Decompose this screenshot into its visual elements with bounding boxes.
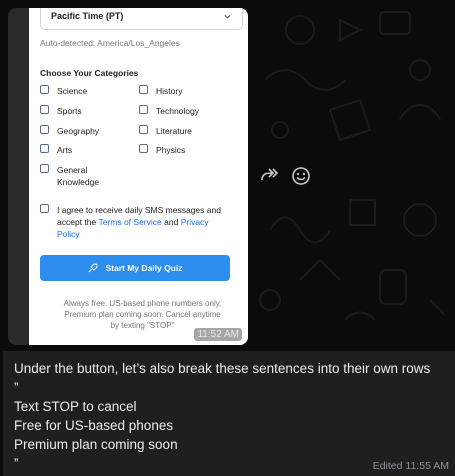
start-quiz-label: Start My Daily Quiz xyxy=(105,263,183,273)
category-physics[interactable]: Physics xyxy=(139,144,185,156)
checkbox[interactable] xyxy=(40,105,49,114)
timezone-select[interactable]: Pacific Time (PT) xyxy=(40,8,243,30)
rocket-icon xyxy=(88,263,98,273)
category-sports[interactable]: Sports xyxy=(40,105,82,117)
message-line: Free for US-based phones xyxy=(14,418,174,433)
checkbox[interactable] xyxy=(40,144,49,153)
categories-title: Choose Your Categories xyxy=(40,68,139,78)
message-line: Premium plan coming soon xyxy=(14,437,178,452)
message-line: Text STOP to cancel xyxy=(14,399,137,414)
category-science[interactable]: Science xyxy=(40,85,87,97)
category-general-knowledge[interactable]: General Knowledge xyxy=(40,164,120,188)
category-label: General Knowledge xyxy=(57,165,100,187)
checkbox[interactable] xyxy=(40,164,49,173)
fine-print: Always free. US-based phone numbers only… xyxy=(29,298,248,331)
checkbox[interactable] xyxy=(139,105,148,114)
checkbox[interactable] xyxy=(139,125,148,134)
category-label: Physics xyxy=(156,145,186,155)
category-geography[interactable]: Geography xyxy=(40,125,99,137)
start-quiz-button[interactable]: Start My Daily Quiz xyxy=(40,255,230,281)
terms-link[interactable]: Terms of Service xyxy=(98,217,161,227)
message-line: ” xyxy=(14,456,19,471)
auto-detected-text: Auto-detected: America/Los_Angeles xyxy=(40,38,180,48)
category-label: Technology xyxy=(156,106,200,116)
timezone-value: Pacific Time (PT) xyxy=(51,11,124,21)
category-label: Geography xyxy=(57,126,100,136)
category-label: Sports xyxy=(57,106,82,116)
message-line: ” xyxy=(14,380,19,395)
consent-and: and xyxy=(164,217,179,227)
forward-icon[interactable] xyxy=(259,166,281,186)
checkbox[interactable] xyxy=(40,125,49,134)
fine-print-line: Premium plan coming soon. Cancel anytime xyxy=(64,310,221,319)
category-history[interactable]: History xyxy=(139,85,182,97)
consent-text: I agree to receive daily SMS messages an… xyxy=(57,204,227,240)
chevron-down-icon xyxy=(224,14,231,19)
message-line: Under the button, let’s also break these… xyxy=(14,361,431,376)
category-label: Science xyxy=(57,86,88,96)
checkbox[interactable] xyxy=(40,85,49,94)
category-label: History xyxy=(156,86,183,96)
emoji-reaction-icon[interactable] xyxy=(291,166,311,186)
category-label: Literature xyxy=(156,126,192,136)
message-timestamp: 11:52 AM xyxy=(194,328,242,341)
checkbox[interactable] xyxy=(139,144,148,153)
category-arts[interactable]: Arts xyxy=(40,144,72,156)
consent-checkbox[interactable] xyxy=(40,204,49,213)
category-label: Arts xyxy=(57,145,73,155)
text-message-bubble[interactable]: Under the button, let’s also break these… xyxy=(3,351,455,476)
category-technology[interactable]: Technology xyxy=(139,105,199,117)
sms-consent[interactable]: I agree to receive daily SMS messages an… xyxy=(40,204,240,240)
message-body: Under the button, let’s also break these… xyxy=(14,359,430,473)
checkbox[interactable] xyxy=(139,85,148,94)
image-message[interactable]: Pacific Time (PT) Auto-detected: America… xyxy=(8,8,248,345)
category-literature[interactable]: Literature xyxy=(139,125,192,137)
fine-print-line: Always free. US-based phone numbers only… xyxy=(63,299,222,308)
edited-timestamp: Edited 11:55 AM xyxy=(372,460,449,472)
quiz-form-screenshot: Pacific Time (PT) Auto-detected: America… xyxy=(29,8,248,345)
